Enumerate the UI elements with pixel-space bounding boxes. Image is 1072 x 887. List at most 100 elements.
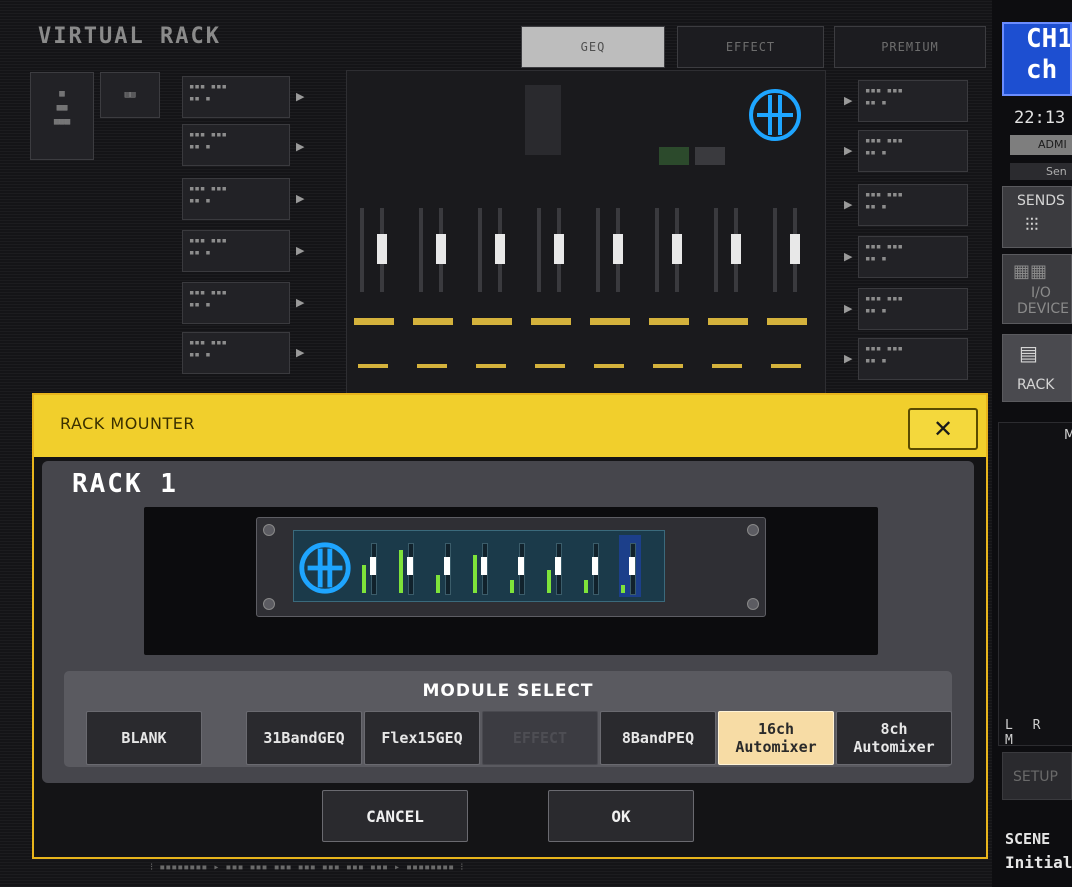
close-button[interactable]: ✕ <box>908 408 978 450</box>
tab-effect[interactable]: EFFECT <box>677 26 824 68</box>
module-blank-button[interactable]: BLANK <box>86 711 202 765</box>
module-31bandgeq-button[interactable]: 31BandGEQ <box>246 711 362 765</box>
background-channel-strip <box>409 178 457 388</box>
scene-label: SCENE <box>1005 830 1051 848</box>
background-fader-track <box>419 208 423 292</box>
device-label: DEVICE <box>1017 301 1069 317</box>
rack-number-label: RACK 1 <box>72 469 178 499</box>
automixer-logo-icon <box>299 542 351 594</box>
rack-slot[interactable]: ▪▪▪ ▪▪▪ ▪▪ ▪ <box>182 230 290 272</box>
background-channel-strip <box>586 178 634 388</box>
channel-level-meter <box>510 580 514 593</box>
module-16ch-automixer-button[interactable]: 16ch Automixer <box>718 711 834 765</box>
rack-slot[interactable]: ▪▪▪ ▪▪▪ ▪▪ ▪ <box>858 184 968 226</box>
rack-slot[interactable]: ▪▪▪ ▪▪▪ ▪▪ ▪ <box>858 80 968 122</box>
sub-label: Sen <box>1010 163 1072 180</box>
background-indicator <box>535 364 565 368</box>
selected-channel-display[interactable]: CH1 ch <box>1002 22 1072 96</box>
rack-mount-small-button[interactable]: ▤▤ <box>100 72 160 118</box>
mini-channel-strip <box>360 535 382 597</box>
background-fader-track <box>478 208 482 292</box>
module-effect-button[interactable]: EFFECT <box>482 711 598 765</box>
meter-label: M <box>1064 428 1072 443</box>
module-select-label: MODULE SELECT <box>422 681 594 701</box>
module-8ch-automixer-button[interactable]: 8ch Automixer <box>836 711 952 765</box>
slot-arrow-icon: ▶ <box>296 90 305 103</box>
slot-arrow-icon: ▶ <box>296 296 305 309</box>
background-channel-strip <box>645 178 693 388</box>
setup-button[interactable]: SETUP <box>1002 752 1072 800</box>
scene-name: Initial <box>1005 853 1072 872</box>
background-fader-knob <box>731 234 741 264</box>
rack-slot[interactable]: ▪▪▪ ▪▪▪ ▪▪ ▪ <box>858 130 968 172</box>
mini-channel-strip <box>471 535 493 597</box>
output-meter <box>525 85 561 155</box>
slot-arrow-icon: ▶ <box>844 302 853 315</box>
background-indicator <box>417 364 447 368</box>
background-indicator <box>767 318 807 325</box>
background-indicator <box>649 318 689 325</box>
background-fader-knob <box>790 234 800 264</box>
rack-slot[interactable]: ▪▪▪ ▪▪▪ ▪▪ ▪ <box>182 76 290 118</box>
background-indicator <box>354 318 394 325</box>
status-indicator <box>659 147 689 165</box>
slot-arrow-icon: ▶ <box>844 198 853 211</box>
automixer-module-face <box>293 530 665 602</box>
background-indicator <box>771 364 801 368</box>
mini-channel-strip <box>434 535 456 597</box>
background-indicator <box>476 364 506 368</box>
background-indicator <box>531 318 571 325</box>
mini-channel-strip <box>508 535 530 597</box>
io-device-icon: ▦▦ <box>1013 261 1048 282</box>
background-indicator <box>472 318 512 325</box>
rack-slot[interactable]: ▪▪▪ ▪▪▪ ▪▪ ▪ <box>858 288 968 330</box>
io-device-button[interactable]: ▦▦ I/O DEVICE <box>1002 254 1072 324</box>
background-fader-knob <box>672 234 682 264</box>
sends-button[interactable]: SENDS ⫶⫶⫶ <box>1002 186 1072 248</box>
channel-name: ch <box>1026 55 1058 85</box>
rack-slot[interactable]: ▪▪▪ ▪▪▪ ▪▪ ▪ <box>182 282 290 324</box>
background-indicator <box>413 318 453 325</box>
channel-fader-knob <box>629 557 635 575</box>
rack-button-label: RACK <box>1017 377 1055 393</box>
channel-fader-knob <box>518 557 524 575</box>
channel-level-meter <box>547 570 551 593</box>
module-select-panel: MODULE SELECT BLANK 31BandGEQ Flex15GEQ … <box>64 671 952 767</box>
tab-geq[interactable]: GEQ <box>521 26 665 68</box>
sends-label: SENDS <box>1017 193 1065 209</box>
background-fader-track <box>773 208 777 292</box>
virtual-rack-title: VIRTUAL RACK <box>38 24 221 49</box>
rack-slot[interactable]: ▪▪▪ ▪▪▪ ▪▪ ▪ <box>182 178 290 220</box>
background-fader-track <box>714 208 718 292</box>
screw-icon <box>747 524 759 536</box>
rack-slot[interactable]: ▪▪▪ ▪▪▪ ▪▪ ▪ <box>858 236 968 278</box>
channel-level-meter <box>399 550 403 593</box>
rack-slot[interactable]: ▪▪▪ ▪▪▪ ▪▪ ▪ <box>858 338 968 380</box>
rack-unit-graphic <box>256 517 766 617</box>
slot-arrow-icon: ▶ <box>844 144 853 157</box>
channel-level-meter <box>473 555 477 593</box>
module-8bandpeq-button[interactable]: 8BandPEQ <box>600 711 716 765</box>
rack-button[interactable]: ▤ RACK <box>1002 334 1072 402</box>
slot-arrow-icon: ▶ <box>296 192 305 205</box>
background-channel-strip <box>350 178 398 388</box>
channel-fader-knob <box>407 557 413 575</box>
channel-fader-knob <box>370 557 376 575</box>
rack-slot[interactable]: ▪▪▪ ▪▪▪ ▪▪ ▪ <box>182 332 290 374</box>
rack-slot[interactable]: ▪▪▪ ▪▪▪ ▪▪ ▪ <box>182 124 290 166</box>
background-fader-knob <box>495 234 505 264</box>
tab-premium[interactable]: PREMIUM <box>834 26 986 68</box>
lrm-labels: L R M <box>1005 718 1047 748</box>
cancel-button[interactable]: CANCEL <box>322 790 468 842</box>
ok-button[interactable]: OK <box>548 790 694 842</box>
channel-fader-knob <box>592 557 598 575</box>
module-flex15geq-button[interactable]: Flex15GEQ <box>364 711 480 765</box>
screw-icon <box>263 598 275 610</box>
io-label: I/O <box>1031 285 1051 301</box>
background-indicator <box>708 318 748 325</box>
background-indicator <box>594 364 624 368</box>
rack-mount-button[interactable]: ▦ ▦▦ ▦▦▦ <box>30 72 94 160</box>
channel-number: CH1 <box>1026 24 1072 54</box>
background-channel-strip <box>704 178 752 388</box>
background-fader-knob <box>554 234 564 264</box>
